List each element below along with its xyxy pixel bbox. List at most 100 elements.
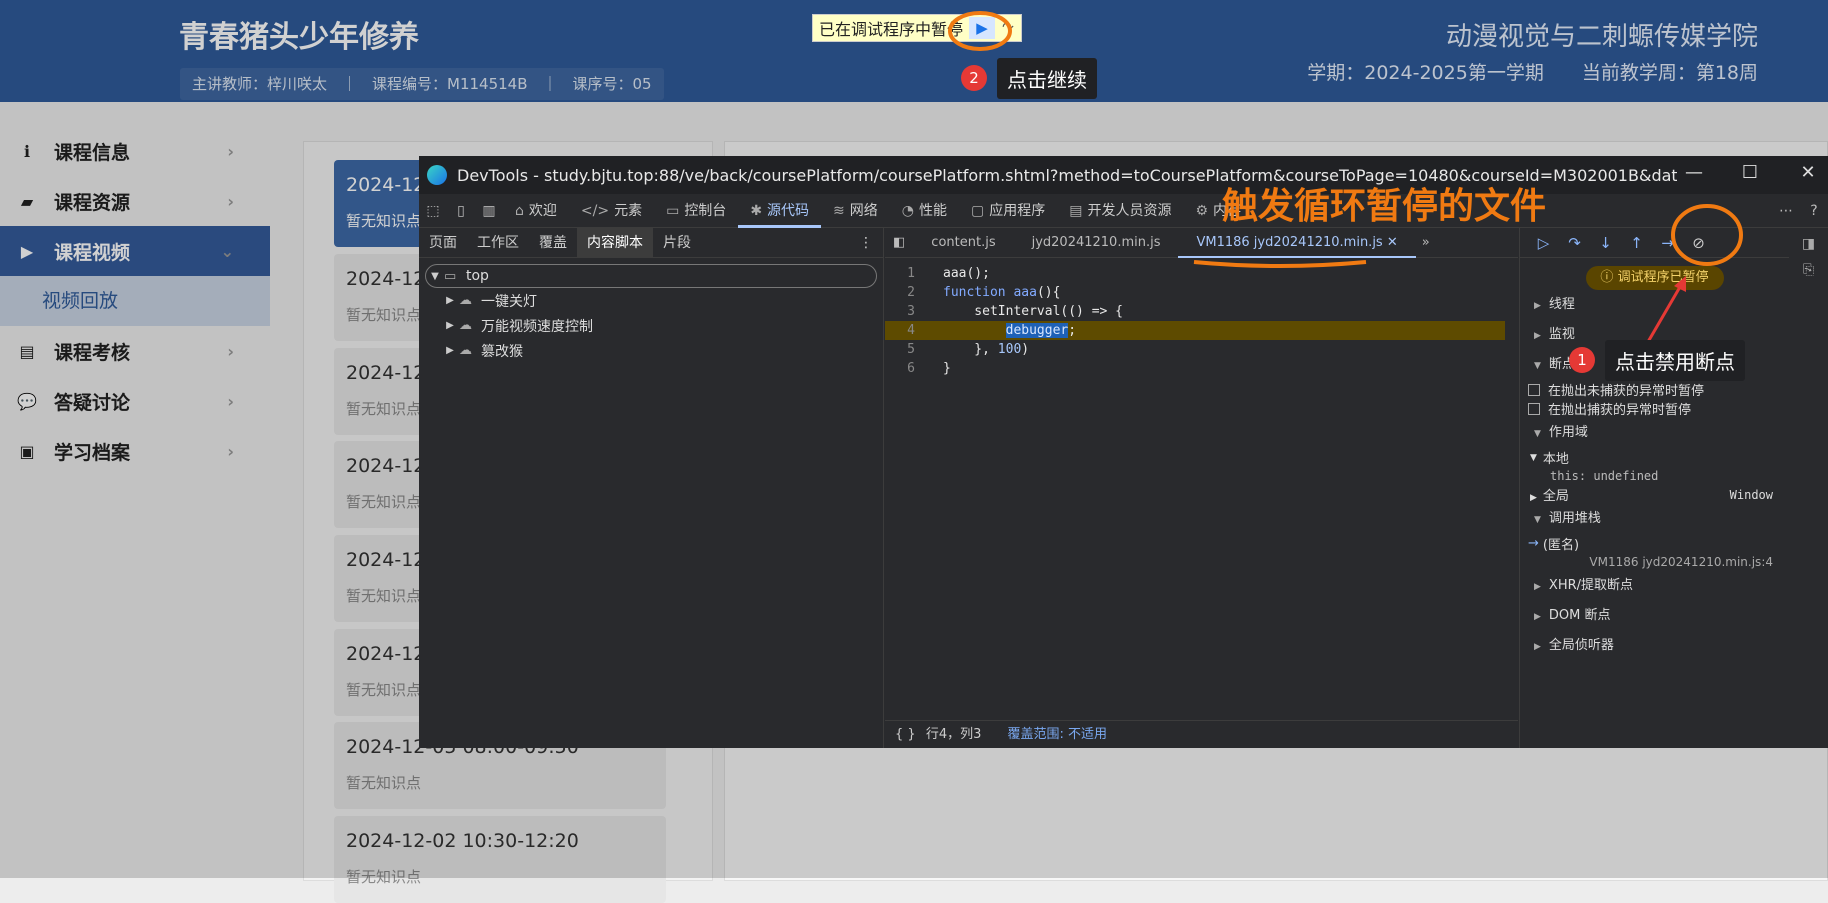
scope-this-row: this: undefined	[1550, 469, 1659, 483]
section-scope[interactable]: ▼ 作用域	[1520, 418, 1789, 448]
step-over-icon[interactable]: ↷	[1559, 234, 1590, 252]
tree-row-extension[interactable]: ▶ ☁ 万能视频速度控制	[419, 313, 883, 338]
caret-right-icon: ▶	[1534, 301, 1541, 311]
help-icon[interactable]: ?	[1800, 203, 1828, 219]
file-underline	[1193, 260, 1367, 268]
line-number[interactable]: 6	[885, 359, 925, 378]
minimize-icon[interactable]: —	[1679, 162, 1709, 188]
editor-tab[interactable]: content.js	[913, 228, 1013, 258]
dock-side-icon[interactable]: ▥	[475, 203, 503, 219]
sources-navigator: 页面 工作区 覆盖 内容脚本 片段 ⋮ ▼ ▭ top ▶ ☁ 一键关灯 ▶ ☁…	[419, 227, 884, 748]
resume-icon[interactable]: ▷	[1528, 234, 1559, 252]
cloud-icon: ☁	[459, 318, 472, 333]
continue-callout: 点击继续	[997, 58, 1097, 99]
tree-row-top[interactable]: ▼ ▭ top	[425, 264, 877, 288]
caret-down-icon: ▼	[431, 270, 439, 282]
line-number[interactable]: 5	[885, 340, 925, 359]
editor-tab[interactable]: jyd20241210.min.js	[1014, 228, 1179, 258]
checkbox-icon	[1528, 402, 1540, 415]
more-icon[interactable]: ⋯	[1772, 203, 1800, 219]
tab-snippets[interactable]: 片段	[653, 228, 701, 258]
caret-right-icon: ▶	[1530, 493, 1537, 503]
gauge-icon: ◔	[901, 202, 914, 219]
tree-row-extension[interactable]: ▶ ☁ 篡改猴	[419, 338, 883, 363]
line-number[interactable]: 3	[885, 302, 925, 321]
bug-icon: ✱	[750, 202, 763, 219]
tab-console[interactable]: ▭ 控制台	[654, 194, 738, 228]
disable-breakpoints-callout: 点击禁用断点	[1605, 340, 1745, 381]
code-editor: ◧ content.js jyd20241210.min.js VM1186 j…	[885, 228, 1518, 748]
app-icon: ▢	[971, 202, 985, 219]
step-out-icon[interactable]: ↑	[1621, 234, 1652, 252]
current-frame-arrow-icon: →	[1528, 536, 1539, 551]
caret-down-icon: ▼	[1534, 361, 1541, 371]
scope-local[interactable]: ▼ 本地	[1520, 448, 1789, 467]
file-annotation: 触发循环暂停的文件	[1222, 186, 1547, 227]
code-view[interactable]: 1 aaa(); 2 function aaa(){ 3 setInterval((…	[885, 264, 1505, 704]
step-number-badge: 1	[1569, 347, 1595, 373]
pause-caught-checkbox[interactable]: 在抛出捕获的异常时暂停	[1520, 399, 1789, 418]
panel-toggle-icon[interactable]: ◨	[1789, 236, 1828, 252]
checkbox-icon	[1528, 383, 1540, 396]
caret-right-icon: ▶	[1534, 331, 1541, 341]
line-number[interactable]: 1	[885, 264, 925, 283]
disable-breakpoints-circle	[1671, 204, 1743, 266]
section-call-stack[interactable]: ▼ 调用堆栈	[1520, 504, 1789, 534]
section-global-listeners[interactable]: ▶ 全局侦听器	[1520, 631, 1789, 661]
caret-down-icon: ▼	[1534, 429, 1541, 439]
line-number[interactable]: 2	[885, 283, 925, 302]
caret-down-icon: ▼	[1534, 515, 1541, 525]
caret-down-icon: ▼	[1530, 452, 1537, 463]
section-xhr-breakpoints[interactable]: ▶ XHR/提取断点	[1520, 571, 1789, 601]
cursor-position: 行4，列3	[925, 727, 982, 742]
paused-text: 已在调试程序中暂停	[819, 20, 964, 39]
tab-application[interactable]: ▢ 应用程序	[959, 194, 1057, 228]
caret-right-icon: ▶	[446, 295, 454, 306]
tab-overrides[interactable]: 覆盖	[529, 228, 577, 258]
pause-uncaught-checkbox[interactable]: 在抛出未捕获的异常时暂停	[1520, 380, 1789, 399]
caret-right-icon: ▶	[1534, 582, 1541, 592]
caret-right-icon: ▶	[1534, 642, 1541, 652]
caret-right-icon: ▶	[446, 320, 454, 331]
pretty-print-icon[interactable]: { }	[895, 727, 916, 742]
devtools-toolbar: ⬚ ▯ ▥ ⌂ 欢迎 </> 元素 ▭ 控制台 ✱ 源代码 ≋ 网络 ◔ 性能 ▢ 应用程序 …	[419, 194, 1828, 228]
tab-developer-resources[interactable]: ▤ 开发人员资源	[1057, 194, 1183, 228]
line-number[interactable]: 4	[885, 321, 925, 340]
maximize-icon[interactable]: ☐	[1735, 162, 1765, 188]
cloud-icon: ☁	[459, 343, 472, 358]
inspect-element-icon[interactable]: ⬚	[419, 203, 447, 219]
call-frame-anonymous[interactable]: → (匿名)	[1520, 534, 1789, 553]
scope-global[interactable]: ▶ 全局 Window	[1520, 485, 1789, 505]
tab-performance[interactable]: ◔ 性能	[890, 194, 959, 228]
resume-annotation-circle	[948, 11, 1012, 51]
toggle-navigator-icon[interactable]: ◧	[885, 235, 913, 250]
side-panel-strip: ◨ ⎘	[1789, 228, 1828, 748]
code-icon: </>	[580, 202, 610, 219]
close-tab-icon[interactable]: ✕	[1387, 235, 1398, 250]
document-icon: ▤	[1069, 202, 1083, 219]
home-icon: ⌂	[515, 202, 524, 219]
tab-network[interactable]: ≋ 网络	[821, 194, 890, 228]
devtools-window: DevTools - study.bjtu.top:88/ve/back/cou…	[419, 156, 1828, 748]
more-tabs-icon[interactable]: »	[1416, 235, 1436, 250]
debug-icon[interactable]: ⎘	[1789, 262, 1828, 278]
kebab-menu-icon[interactable]: ⋮	[859, 235, 883, 251]
tab-page[interactable]: 页面	[419, 228, 467, 258]
tab-sources[interactable]: ✱ 源代码	[738, 194, 822, 228]
device-toolbar-icon[interactable]: ▯	[447, 203, 475, 219]
memory-icon: ⚙	[1195, 202, 1209, 219]
section-dom-breakpoints[interactable]: ▶ DOM 断点	[1520, 601, 1789, 631]
step-number-badge: 2	[961, 65, 987, 91]
close-icon[interactable]: ✕	[1793, 162, 1823, 188]
wifi-icon: ≋	[833, 202, 845, 219]
editor-status-bar: { } 行4，列3 覆盖范围: 不适用	[885, 720, 1518, 748]
navigator-tabs: 页面 工作区 覆盖 内容脚本 片段 ⋮	[419, 227, 883, 258]
tab-elements[interactable]: </> 元素	[569, 194, 654, 228]
step-into-icon[interactable]: ↓	[1590, 234, 1621, 252]
tab-workspace[interactable]: 工作区	[467, 228, 529, 258]
tab-content-scripts[interactable]: 内容脚本	[577, 227, 653, 258]
tree-row-extension[interactable]: ▶ ☁ 一键关灯	[419, 288, 883, 313]
tab-welcome[interactable]: ⌂ 欢迎	[503, 194, 569, 228]
console-icon: ▭	[666, 202, 680, 219]
call-frame-location[interactable]: VM1186 jyd20241210.min.js:4	[1520, 553, 1789, 571]
